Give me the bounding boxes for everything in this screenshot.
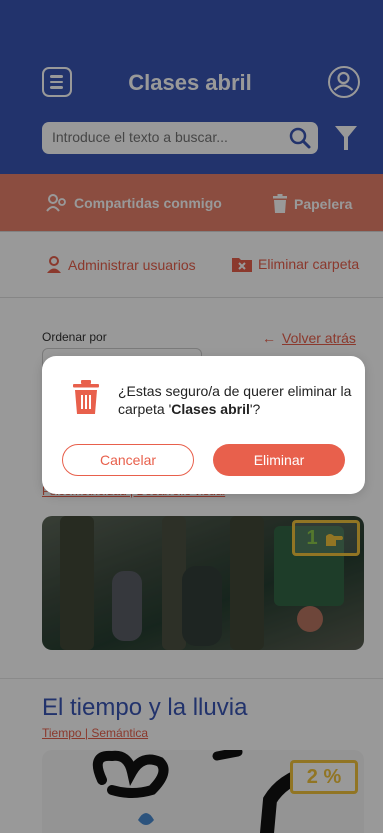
trash-can-icon (73, 380, 99, 414)
confirm-delete-dialog: ¿Estas seguro/a de querer eliminar la ca… (42, 356, 365, 494)
dialog-folder-name: Clases abril (171, 401, 250, 417)
dialog-message: ¿Estas seguro/a de querer eliminar la ca… (118, 382, 354, 418)
delete-button[interactable]: Eliminar (213, 444, 345, 476)
dialog-text-after: '? (249, 401, 261, 417)
cancel-button[interactable]: Cancelar (62, 444, 194, 476)
